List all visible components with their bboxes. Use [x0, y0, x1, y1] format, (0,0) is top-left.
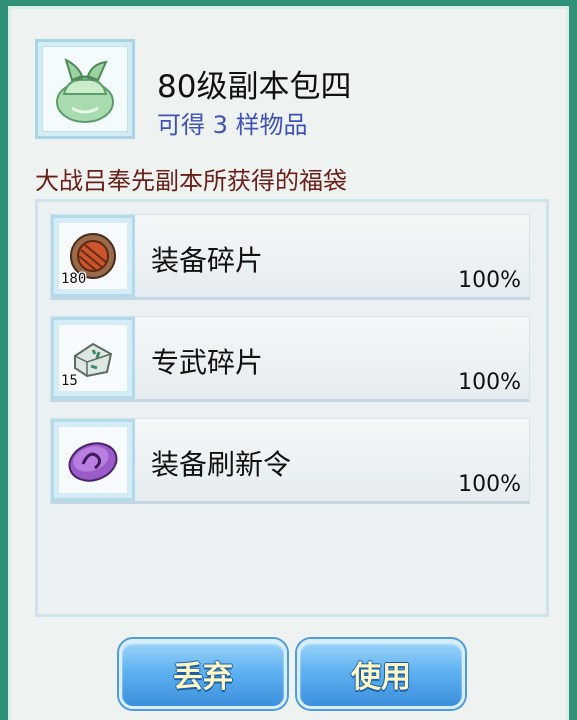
exclusive-weapon-shard-icon: 15 [59, 325, 127, 391]
reward-chance: 100% [458, 268, 521, 293]
use-button[interactable]: 使用 [297, 639, 465, 709]
reward-chance: 100% [458, 370, 521, 395]
green-cloth-bag-icon [42, 46, 128, 132]
item-description: 大战吕奉先副本所获得的福袋 [35, 167, 347, 195]
item-count-text: 可得 3 样物品 [157, 111, 308, 139]
reward-row: 15 专武碎片 100% [50, 316, 530, 402]
reward-list: 180 装备碎片 100% 15 专武碎片 100% 装备刷新令 100% [35, 199, 549, 617]
item-title: 80级副本包四 [157, 69, 352, 105]
equipment-shard-icon: 180 [59, 223, 127, 289]
equipment-refresh-token-icon [59, 427, 127, 493]
reward-name: 专武碎片 [151, 346, 264, 379]
reward-row: 装备刷新令 100% [50, 418, 530, 504]
reward-name: 装备刷新令 [151, 448, 292, 481]
reward-quantity: 180 [61, 271, 87, 287]
item-icon-frame [35, 39, 135, 139]
reward-chance: 100% [458, 472, 521, 497]
discard-button[interactable]: 丢弃 [119, 639, 287, 709]
reward-icon-frame: 15 [51, 317, 135, 399]
reward-icon-frame [51, 419, 135, 501]
item-detail-panel: 80级副本包四 可得 3 样物品 大战吕奉先副本所获得的福袋 180 装备碎片 … [8, 6, 569, 720]
reward-quantity: 15 [61, 373, 78, 389]
reward-row: 180 装备碎片 100% [50, 214, 530, 300]
reward-name: 装备碎片 [151, 244, 264, 277]
reward-icon-frame: 180 [51, 215, 135, 297]
